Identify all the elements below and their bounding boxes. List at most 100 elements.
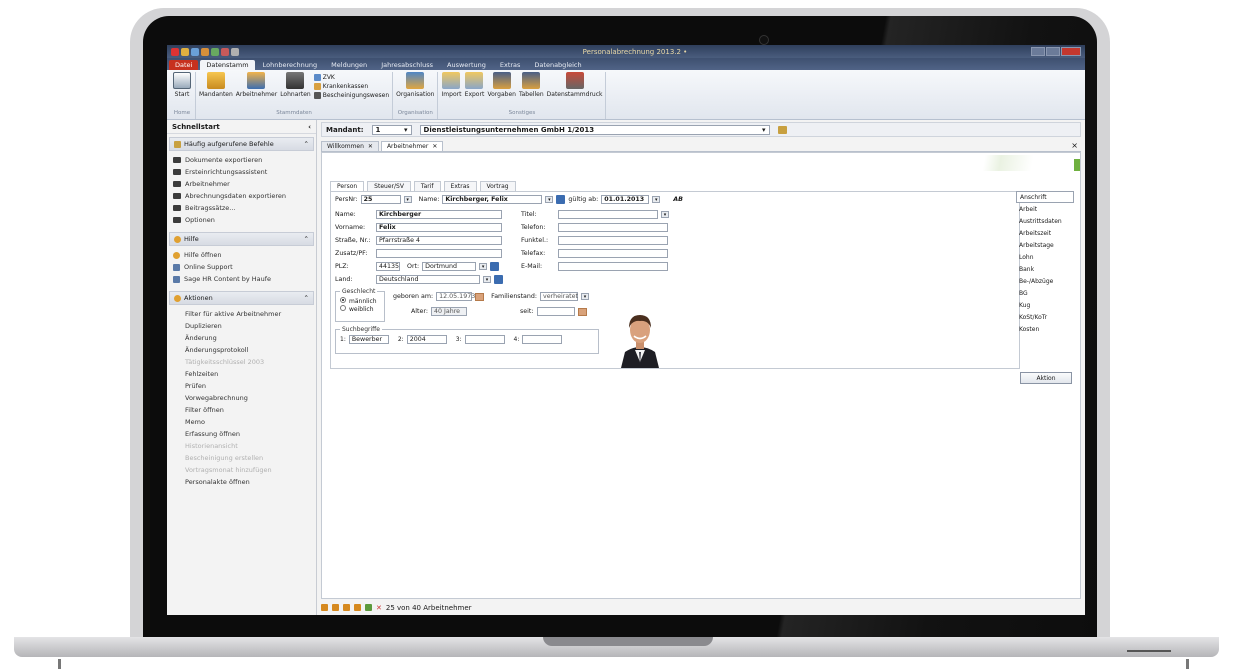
first-record-icon[interactable]	[321, 604, 328, 611]
close-icon[interactable]: ✕	[368, 143, 373, 150]
sidebar-action-item[interactable]: Personalakte öffnen	[167, 476, 316, 488]
titel-select[interactable]	[558, 210, 658, 219]
chevron-down-icon[interactable]: ▾	[652, 196, 661, 203]
sidebar-action-item[interactable]: Filter öffnen	[167, 404, 316, 416]
lohnarten-button[interactable]: Lohnarten	[280, 72, 311, 98]
close-icon[interactable]: ✕	[432, 143, 437, 150]
chevron-down-icon[interactable]: ▾	[403, 196, 412, 203]
zusatz-field[interactable]	[376, 249, 502, 258]
sidebar-item-beitragssaetze[interactable]: Beitragssätze...	[167, 202, 316, 214]
chevron-down-icon[interactable]: ▾	[479, 263, 488, 270]
tab-vortrag[interactable]: Vortrag	[479, 181, 516, 191]
tab-datei[interactable]: Datei	[169, 60, 199, 70]
section-arbeit[interactable]: Arbeit	[1016, 203, 1074, 215]
close-button[interactable]	[1061, 47, 1081, 56]
tab-extras[interactable]: Extras	[494, 60, 527, 70]
chevron-down-icon[interactable]: ▾	[483, 276, 491, 283]
tab-person[interactable]: Person	[330, 181, 365, 191]
aktion-button[interactable]: Aktion	[1020, 372, 1072, 384]
sidebar-item-ersteinrichtungsassistent[interactable]: Ersteinrichtungsassistent	[167, 166, 316, 178]
section-aktionen[interactable]: Aktionen ⌃	[169, 291, 314, 305]
sidebar-item-abrechnungsdaten[interactable]: Abrechnungsdaten exportieren	[167, 190, 316, 202]
zvk-button[interactable]: ZVK	[313, 74, 389, 81]
chevron-down-icon[interactable]: ▾	[581, 293, 590, 300]
suchbegriff-1-field[interactable]: Bewerber	[348, 335, 389, 344]
chevron-down-icon[interactable]: ▾	[661, 211, 669, 218]
customize-icon[interactable]	[231, 47, 239, 56]
sidebar-action-item[interactable]: Erfassung öffnen	[167, 428, 316, 440]
sidebar-item-hilfe-oeffnen[interactable]: Hilfe öffnen	[167, 249, 316, 261]
funktel-field[interactable]	[558, 236, 668, 245]
sidebar-item-optionen[interactable]: Optionen	[167, 214, 316, 226]
sidebar-item-dokumente-exportieren[interactable]: Dokumente exportieren	[167, 154, 316, 166]
suchbegriff-4-field[interactable]	[522, 335, 563, 344]
calendar-icon[interactable]	[577, 307, 587, 316]
tab-datenabgleich[interactable]: Datenabgleich	[528, 60, 587, 70]
tab-meldungen[interactable]: Meldungen	[325, 60, 373, 70]
section-be-abzuege[interactable]: Be-/Abzüge	[1016, 275, 1074, 287]
plz-field[interactable]: 44135	[376, 262, 400, 271]
mandanten-button[interactable]: Mandanten	[199, 72, 233, 98]
sidebar-action-item[interactable]: Duplizieren	[167, 320, 316, 332]
tab-datenstamm[interactable]: Datenstamm	[200, 60, 255, 70]
section-kosten[interactable]: Kosten	[1016, 323, 1074, 335]
section-arbeitszeit[interactable]: Arbeitszeit	[1016, 227, 1074, 239]
email-field[interactable]	[558, 262, 668, 271]
section-haeufig[interactable]: Häufig aufgerufene Befehle ⌃	[169, 137, 314, 151]
section-anschrift[interactable]: Anschrift	[1016, 191, 1074, 203]
suchbegriff-2-field[interactable]: 2004	[406, 335, 447, 344]
section-hilfe[interactable]: Hilfe ⌃	[169, 232, 314, 246]
familienstand-select[interactable]: verheiratet	[540, 292, 579, 301]
gueltig-ab-select[interactable]: 01.01.2013	[601, 195, 650, 204]
seit-field[interactable]	[536, 307, 575, 316]
tabellen-button[interactable]: Tabellen	[519, 72, 544, 98]
radio-weiblich[interactable]: weiblich	[340, 305, 380, 313]
ort-field[interactable]: Dortmund	[422, 262, 477, 271]
tab-extras[interactable]: Extras	[443, 181, 477, 191]
sidebar-action-item[interactable]: Vorwegabrechnung	[167, 392, 316, 404]
telefax-field[interactable]	[558, 249, 668, 258]
tab-jahresabschluss[interactable]: Jahresabschluss	[375, 60, 439, 70]
section-kug[interactable]: Kug	[1016, 299, 1074, 311]
tab-willkommen[interactable]: Willkommen ✕	[321, 141, 379, 151]
last-record-icon[interactable]	[354, 604, 361, 611]
minimize-button[interactable]	[1031, 47, 1045, 56]
organisation-button[interactable]: Organisation	[396, 72, 434, 98]
geboren-field[interactable]: 12.05.1973	[436, 292, 475, 301]
sidebar-action-item[interactable]: Fehlzeiten	[167, 368, 316, 380]
search-icon[interactable]	[490, 262, 500, 271]
search-icon[interactable]	[556, 195, 566, 204]
telefon-field[interactable]	[558, 223, 668, 232]
name-select[interactable]: Kirchberger, Felix	[442, 195, 543, 204]
mandant-number-select[interactable]: 1 ▾	[371, 124, 412, 135]
sidebar-item-arbeitnehmer[interactable]: Arbeitnehmer	[167, 178, 316, 190]
app-icon[interactable]	[171, 47, 179, 56]
chevron-down-icon[interactable]: ▾	[545, 196, 554, 203]
datenstammdruck-button[interactable]: Datenstammdruck	[547, 72, 602, 98]
vorgaben-button[interactable]: Vorgaben	[487, 72, 516, 98]
nachname-field[interactable]: Kirchberger	[376, 210, 502, 219]
tab-lohnberechnung[interactable]: Lohnberechnung	[257, 60, 324, 70]
sidebar-action-item[interactable]: Prüfen	[167, 380, 316, 392]
sidebar-action-item[interactable]: Memo	[167, 416, 316, 428]
redo-icon[interactable]	[201, 47, 209, 56]
bescheinigungswesen-button[interactable]: Bescheinigungswesen	[313, 92, 389, 99]
delete-record-icon[interactable]: ✕	[376, 604, 382, 612]
tab-steuer-sv[interactable]: Steuer/SV	[367, 181, 411, 191]
open-folder-icon[interactable]	[777, 125, 787, 134]
section-austrittsdaten[interactable]: Austrittsdaten	[1016, 215, 1074, 227]
start-button[interactable]: Start	[172, 72, 192, 98]
section-bank[interactable]: Bank	[1016, 263, 1074, 275]
sidebar-action-item[interactable]: Änderung	[167, 332, 316, 344]
calendar-icon[interactable]	[475, 292, 485, 301]
next-record-icon[interactable]	[343, 604, 350, 611]
arbeitnehmer-button[interactable]: Arbeitnehmer	[236, 72, 277, 98]
section-kost-kotr[interactable]: KoSt/KoTr	[1016, 311, 1074, 323]
save-icon[interactable]	[181, 47, 189, 56]
strasse-field[interactable]: Pfarrstraße 4	[376, 236, 502, 245]
mandant-name-select[interactable]: Dienstleistungsunternehmen GmbH 1/2013 ▾	[419, 124, 770, 135]
undo-icon[interactable]	[191, 47, 199, 56]
persnr-select[interactable]: 25	[360, 195, 401, 204]
land-select[interactable]: Deutschland	[376, 275, 480, 284]
sidebar-action-item[interactable]: Änderungsprotokoll	[167, 344, 316, 356]
